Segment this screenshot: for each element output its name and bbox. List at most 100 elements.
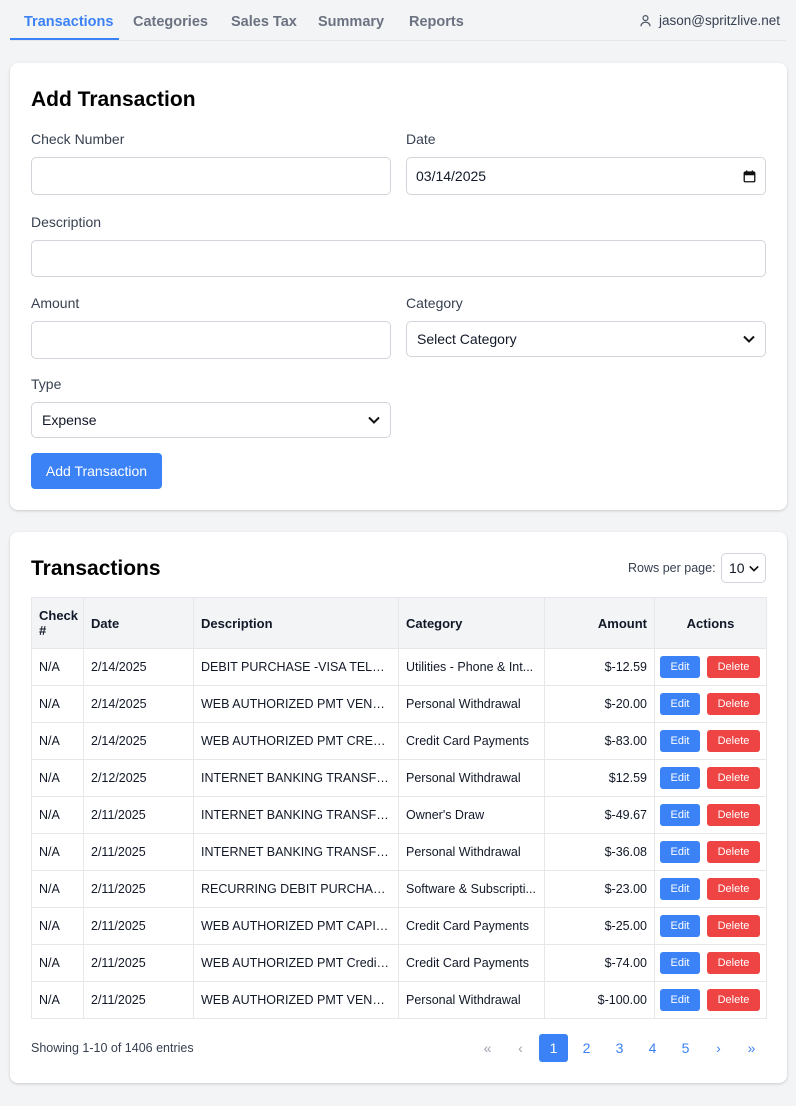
cell-date: 2/14/2025 <box>83 722 194 760</box>
tab-transactions[interactable]: Transactions <box>24 0 113 41</box>
column-header-description[interactable]: Description <box>193 597 399 649</box>
cell-check: N/A <box>31 648 84 686</box>
delete-button[interactable]: Delete <box>707 952 760 974</box>
cell-actions: Edit Delete <box>654 870 767 908</box>
delete-button[interactable]: Delete <box>707 767 760 789</box>
delete-button[interactable]: Delete <box>707 915 760 937</box>
table-row: N/A 2/11/2025 INTERNET BANKING TRANSFER ..… <box>31 833 767 871</box>
page-button-2[interactable]: 2 <box>572 1034 601 1062</box>
page-button-5[interactable]: 5 <box>671 1034 700 1062</box>
edit-button[interactable]: Edit <box>660 989 700 1011</box>
edit-button[interactable]: Edit <box>660 656 700 678</box>
calendar-icon[interactable] <box>743 169 756 183</box>
delete-button[interactable]: Delete <box>707 804 760 826</box>
next-page-button[interactable]: › <box>704 1034 733 1062</box>
column-header-category[interactable]: Category <box>398 597 545 649</box>
check-number-input[interactable] <box>31 157 391 195</box>
category-select[interactable]: Select Category <box>406 321 766 357</box>
cell-description: WEB AUTHORIZED PMT VENMO <box>193 981 399 1019</box>
cell-date: 2/14/2025 <box>83 685 194 723</box>
chevron-down-icon <box>749 565 759 572</box>
cell-check: N/A <box>31 796 84 834</box>
top-nav: Transactions Categories Sales Tax Summar… <box>10 0 786 41</box>
cell-date: 2/11/2025 <box>83 981 194 1019</box>
delete-button[interactable]: Delete <box>707 841 760 863</box>
edit-button[interactable]: Edit <box>660 767 700 789</box>
delete-button[interactable]: Delete <box>707 878 760 900</box>
cell-amount: $-20.00 <box>544 685 655 723</box>
delete-button[interactable]: Delete <box>707 989 760 1011</box>
table-row: N/A 2/11/2025 WEB AUTHORIZED PMT CAPITA...… <box>31 907 767 945</box>
date-input[interactable]: 03/14/2025 <box>406 157 766 195</box>
cell-category: Personal Withdrawal <box>398 981 545 1019</box>
first-page-button[interactable]: « <box>473 1034 502 1062</box>
cell-actions: Edit Delete <box>654 944 767 982</box>
delete-button[interactable]: Delete <box>707 730 760 752</box>
edit-button[interactable]: Edit <box>660 693 700 715</box>
cell-description: RECURRING DEBIT PURCHASE ... <box>193 870 399 908</box>
column-header-check[interactable]: Check # <box>31 597 84 649</box>
delete-button[interactable]: Delete <box>707 693 760 715</box>
tab-reports[interactable]: Reports <box>409 0 464 41</box>
cell-category: Credit Card Payments <box>398 907 545 945</box>
description-label: Description <box>31 214 102 230</box>
column-header-date[interactable]: Date <box>83 597 194 649</box>
cell-date: 2/12/2025 <box>83 759 194 797</box>
type-select[interactable]: Expense <box>31 402 391 438</box>
add-transaction-button[interactable]: Add Transaction <box>31 453 162 489</box>
chevron-down-icon <box>743 335 755 343</box>
cell-check: N/A <box>31 907 84 945</box>
page-button-4[interactable]: 4 <box>638 1034 667 1062</box>
description-input[interactable] <box>31 240 766 277</box>
showing-entries-text: Showing 1-10 of 1406 entries <box>31 1041 194 1055</box>
cell-description: WEB AUTHORIZED PMT VENMO <box>193 685 399 723</box>
table-row: N/A 2/11/2025 WEB AUTHORIZED PMT VENMO Pers… <box>31 981 767 1019</box>
page-button-3[interactable]: 3 <box>605 1034 634 1062</box>
column-header-actions: Actions <box>654 597 767 649</box>
edit-button[interactable]: Edit <box>660 915 700 937</box>
user-menu[interactable]: jason@spritzlive.net <box>639 0 780 41</box>
cell-actions: Edit Delete <box>654 685 767 723</box>
cell-actions: Edit Delete <box>654 722 767 760</box>
cell-description: INTERNET BANKING TRANSFER ... <box>193 759 399 797</box>
edit-button[interactable]: Edit <box>660 878 700 900</box>
cell-amount: $-23.00 <box>544 870 655 908</box>
delete-button[interactable]: Delete <box>707 656 760 678</box>
cell-amount: $-74.00 <box>544 944 655 982</box>
cell-date: 2/11/2025 <box>83 796 194 834</box>
cell-date: 2/14/2025 <box>83 648 194 686</box>
cell-amount: $-100.00 <box>544 981 655 1019</box>
active-tab-indicator <box>10 38 119 40</box>
table-row: N/A 2/14/2025 DEBIT PURCHASE -VISA TELLO .… <box>31 648 767 686</box>
edit-button[interactable]: Edit <box>660 952 700 974</box>
transactions-table: Check # Date Description Category Amount… <box>31 597 767 1019</box>
page-button-1[interactable]: 1 <box>539 1034 568 1062</box>
cell-description: WEB AUTHORIZED PMT CAPITA... <box>193 907 399 945</box>
cell-actions: Edit Delete <box>654 833 767 871</box>
edit-button[interactable]: Edit <box>660 841 700 863</box>
edit-button[interactable]: Edit <box>660 730 700 752</box>
prev-page-button[interactable]: ‹ <box>506 1034 535 1062</box>
tab-categories[interactable]: Categories <box>133 0 208 41</box>
amount-label: Amount <box>31 295 80 311</box>
table-row: N/A 2/11/2025 RECURRING DEBIT PURCHASE ...… <box>31 870 767 908</box>
date-label: Date <box>406 131 436 147</box>
cell-amount: $-83.00 <box>544 722 655 760</box>
column-header-amount[interactable]: Amount <box>544 597 655 649</box>
cell-category: Credit Card Payments <box>398 722 545 760</box>
cell-date: 2/11/2025 <box>83 870 194 908</box>
table-row: N/A 2/11/2025 WEB AUTHORIZED PMT Credit ..… <box>31 944 767 982</box>
cell-amount: $-36.08 <box>544 833 655 871</box>
edit-button[interactable]: Edit <box>660 804 700 826</box>
cell-amount: $-25.00 <box>544 907 655 945</box>
cell-date: 2/11/2025 <box>83 833 194 871</box>
tab-sales-tax[interactable]: Sales Tax <box>231 0 297 41</box>
rows-per-page-select[interactable]: 10 <box>721 553 766 583</box>
amount-input[interactable] <box>31 321 391 359</box>
table-row: N/A 2/11/2025 INTERNET BANKING TRANSFER ..… <box>31 796 767 834</box>
cell-actions: Edit Delete <box>654 981 767 1019</box>
cell-check: N/A <box>31 722 84 760</box>
last-page-button[interactable]: » <box>737 1034 766 1062</box>
type-label: Type <box>31 376 62 392</box>
tab-summary[interactable]: Summary <box>318 0 384 41</box>
